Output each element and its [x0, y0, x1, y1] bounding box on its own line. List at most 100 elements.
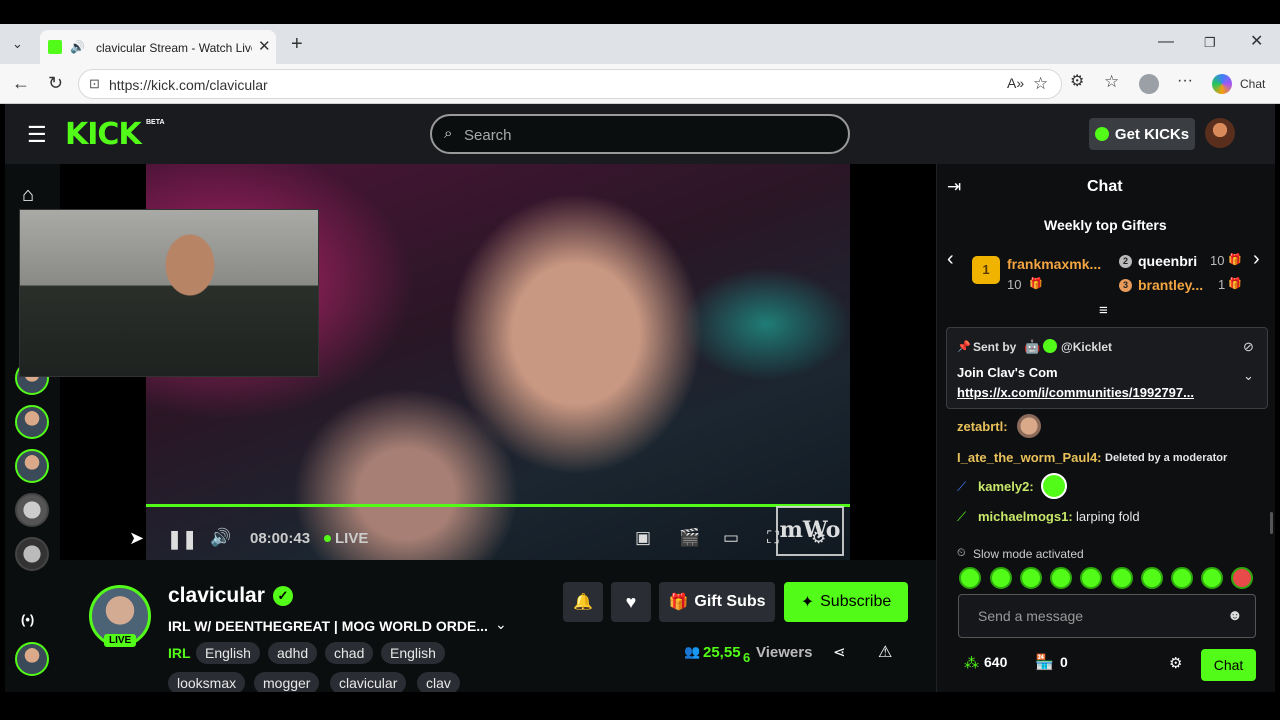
slow-mode-icon: ⏲ [957, 547, 966, 559]
get-kicks-button[interactable]: Get KICKs [1089, 118, 1195, 150]
followed-channel-avatar[interactable] [15, 405, 49, 439]
favorites-icon[interactable]: ☆ [1104, 73, 1119, 90]
category-link[interactable]: IRL [168, 645, 191, 661]
user-avatar[interactable] [1205, 118, 1235, 148]
minimize-icon[interactable]: — [1158, 34, 1174, 50]
channel-points[interactable]: 640 [984, 654, 1007, 670]
tag-chip[interactable]: mogger [254, 672, 320, 692]
chat-username[interactable]: zetabrtl: [957, 419, 1008, 434]
chat-username[interactable]: I_ate_the_worm_Paul4: [957, 450, 1102, 465]
chat-username[interactable]: kamely2: [978, 479, 1034, 494]
gifters-prev-icon[interactable]: ‹ [947, 248, 954, 271]
home-icon[interactable]: ⌂ [22, 184, 34, 207]
fullscreen-icon[interactable]: ⛶ [767, 528, 779, 548]
pinned-link[interactable]: https://x.com/i/communities/1992797... [957, 385, 1194, 400]
close-tab-icon[interactable]: ✕ [258, 39, 271, 54]
emote-icon[interactable] [990, 567, 1012, 589]
emote-icon[interactable] [1141, 567, 1163, 589]
chat-settings-gear-icon[interactable]: ⚙ [1169, 654, 1182, 672]
emote-icon[interactable] [1080, 567, 1102, 589]
new-tab-icon[interactable]: + [291, 34, 303, 54]
emote-icon[interactable] [959, 567, 981, 589]
unpin-icon[interactable]: ⊘ [1243, 339, 1254, 355]
profile-avatar[interactable] [1139, 74, 1159, 94]
miniplayer-icon[interactable]: ▣ [635, 528, 651, 548]
close-window-icon[interactable]: ✕ [1250, 34, 1263, 50]
browser-tab[interactable]: 🔊 clavicular Stream - Watch Live ✕ [40, 30, 276, 64]
copilot-icon[interactable] [1212, 74, 1232, 94]
kick-favicon-icon [48, 40, 62, 54]
search-input[interactable]: ⌕ Search [430, 114, 850, 154]
emote-icon[interactable] [1050, 567, 1072, 589]
gifter-name[interactable]: brantley... [1138, 277, 1203, 293]
hamburger-menu-icon[interactable]: ☰ [27, 122, 47, 148]
back-icon[interactable]: ← [12, 74, 30, 92]
followed-channel-avatar[interactable] [15, 449, 49, 483]
kick-logo[interactable]: KICK [65, 117, 142, 152]
emote-icon[interactable] [1111, 567, 1133, 589]
pause-icon[interactable]: ❚❚ [167, 529, 197, 550]
pinned-user[interactable]: @Kicklet [1061, 340, 1112, 354]
tag-chip[interactable]: clav [417, 672, 460, 692]
emote-icon[interactable] [1231, 567, 1253, 589]
tab-strip: ⌄ 🔊 clavicular Stream - Watch Live ✕ + —… [0, 24, 1280, 64]
url-field[interactable]: ⊡ https://kick.com/clavicular A» ☆ [78, 69, 1062, 99]
more-menu-icon[interactable]: ··· [1177, 73, 1193, 89]
tag-chip[interactable]: looksmax [168, 672, 246, 692]
volume-icon[interactable]: 🔊 [210, 528, 231, 548]
chat-scrollbar[interactable] [1270, 512, 1273, 534]
channel-name[interactable]: clavicular [168, 584, 265, 608]
expand-title-chevron-icon[interactable]: ⌄ [495, 616, 507, 633]
tag-chip[interactable]: clavicular [330, 672, 407, 692]
tag-chip[interactable]: chad [325, 642, 374, 664]
leaderboard-toggle-icon[interactable]: ≡ [1099, 302, 1108, 319]
gifter-name[interactable]: frankmaxmk... [1007, 256, 1101, 272]
settings-icon[interactable]: ⚙ [811, 528, 826, 548]
gifter-name[interactable]: queenbri [1138, 253, 1197, 269]
expand-pinned-icon[interactable]: ⌄ [1243, 368, 1254, 384]
tag-chip[interactable]: adhd [268, 642, 318, 664]
read-aloud-icon[interactable]: A» [1007, 76, 1024, 90]
followed-channel-avatar[interactable] [15, 493, 49, 527]
mouse-cursor-icon: ➤ [129, 528, 145, 548]
recommended-channel-avatar[interactable] [15, 642, 49, 676]
gifters-next-icon[interactable]: › [1253, 248, 1260, 271]
site-info-icon[interactable]: ⊡ [89, 77, 100, 90]
subscribe-button[interactable]: ✦ Subscribe [784, 582, 908, 622]
restore-icon[interactable]: ❐ [1204, 36, 1216, 49]
emote-icon[interactable] [1171, 567, 1193, 589]
gift-subs-button[interactable]: 🎁 Gift Subs [659, 582, 775, 622]
chat-username[interactable]: michaelmogs1: [978, 509, 1073, 524]
refresh-icon[interactable]: ↻ [48, 74, 63, 92]
progress-bar[interactable] [146, 504, 850, 507]
emoji-picker-icon[interactable]: ☻ [1227, 607, 1243, 624]
copilot-label[interactable]: Chat [1240, 77, 1265, 91]
notification-bell-button[interactable]: 🔔 [563, 582, 603, 622]
emote-icon[interactable] [1201, 567, 1223, 589]
live-channels-icon[interactable]: (•) [21, 612, 34, 627]
clip-icon[interactable]: 🎬 [679, 528, 700, 548]
rank-3-medal-icon: 3 [1119, 279, 1132, 292]
follow-button[interactable]: ♥ [611, 582, 651, 622]
favorite-star-icon[interactable]: ☆ [1033, 75, 1048, 92]
share-icon[interactable]: ⋖ [833, 643, 846, 661]
pinned-sent-by: Sent by [973, 340, 1017, 354]
tag-chip[interactable]: English [381, 642, 445, 664]
tag-chip[interactable]: English [196, 642, 260, 664]
emote-icon[interactable] [1020, 567, 1042, 589]
tab-list-chevron-icon[interactable]: ⌄ [12, 37, 23, 50]
chat-message: larping fold [1076, 509, 1140, 524]
extensions-icon[interactable]: ⚙ [1070, 74, 1084, 90]
speaker-icon[interactable]: 🔊 [70, 41, 85, 53]
theater-mode-icon[interactable]: ▭ [723, 528, 739, 548]
playback-time: 08:00:43 [250, 530, 311, 547]
collapse-chat-icon[interactable]: ⇥ [947, 177, 961, 197]
viewers-icon: 👥 [684, 644, 701, 659]
report-warning-icon[interactable]: ⚠ [878, 642, 892, 662]
followed-channel-avatar[interactable] [15, 537, 49, 571]
verified-badge-icon: ✓ [273, 586, 293, 606]
send-chat-button[interactable]: Chat [1201, 649, 1256, 681]
shop-icon[interactable]: 🏪 [1035, 653, 1054, 671]
live-indicator[interactable]: LIVE [335, 530, 368, 547]
chat-message-input[interactable]: Send a message ☻ [958, 594, 1256, 638]
